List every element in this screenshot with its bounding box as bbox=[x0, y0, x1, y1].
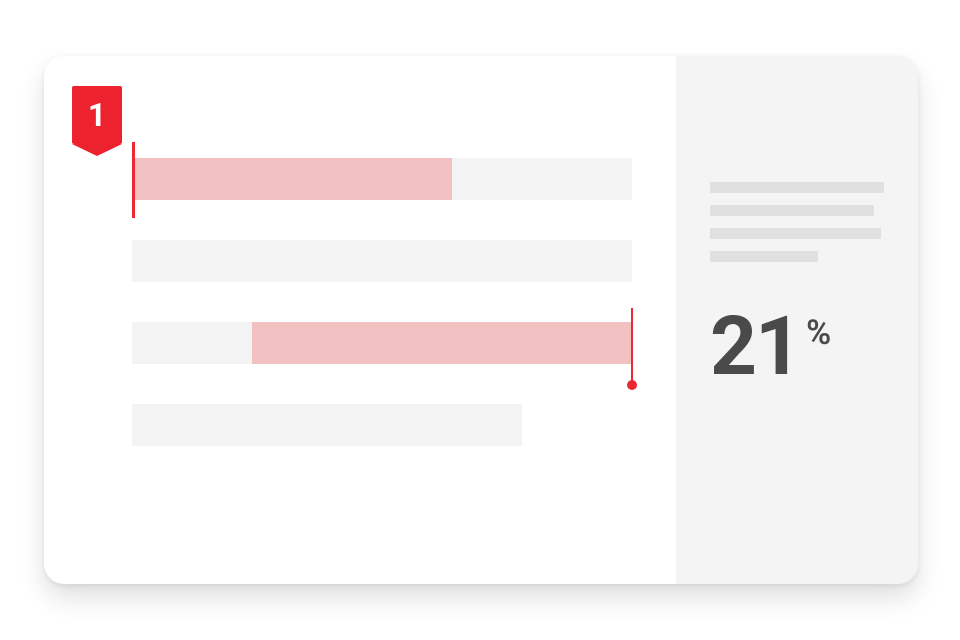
text-line-4 bbox=[132, 404, 522, 446]
cursor-dot-icon[interactable] bbox=[627, 380, 637, 390]
text-line-1 bbox=[132, 158, 632, 200]
similarity-score: 21% bbox=[710, 306, 831, 388]
selection-end-marker[interactable] bbox=[631, 308, 633, 382]
summary-line bbox=[710, 251, 818, 262]
highlighted-span-2[interactable] bbox=[252, 322, 632, 364]
summary-lines bbox=[710, 182, 884, 274]
text-line-3 bbox=[132, 322, 632, 364]
summary-line bbox=[710, 182, 884, 193]
highlighted-span-1[interactable] bbox=[132, 158, 452, 200]
document-content: 1 bbox=[44, 56, 676, 584]
paragraph-lines bbox=[132, 158, 632, 486]
badge-number: 1 bbox=[88, 96, 106, 134]
selection-start-marker[interactable] bbox=[132, 142, 135, 218]
summary-line bbox=[710, 228, 881, 239]
document-card: 1 bbox=[44, 56, 918, 584]
line-placeholder bbox=[132, 404, 522, 446]
line-placeholder bbox=[132, 240, 632, 282]
score-value: 21 bbox=[710, 299, 800, 395]
source-badge[interactable]: 1 bbox=[72, 86, 122, 144]
score-unit: % bbox=[806, 313, 831, 353]
text-line-2 bbox=[132, 240, 632, 282]
summary-line bbox=[710, 205, 874, 216]
similarity-sidebar: 21% bbox=[676, 56, 918, 584]
